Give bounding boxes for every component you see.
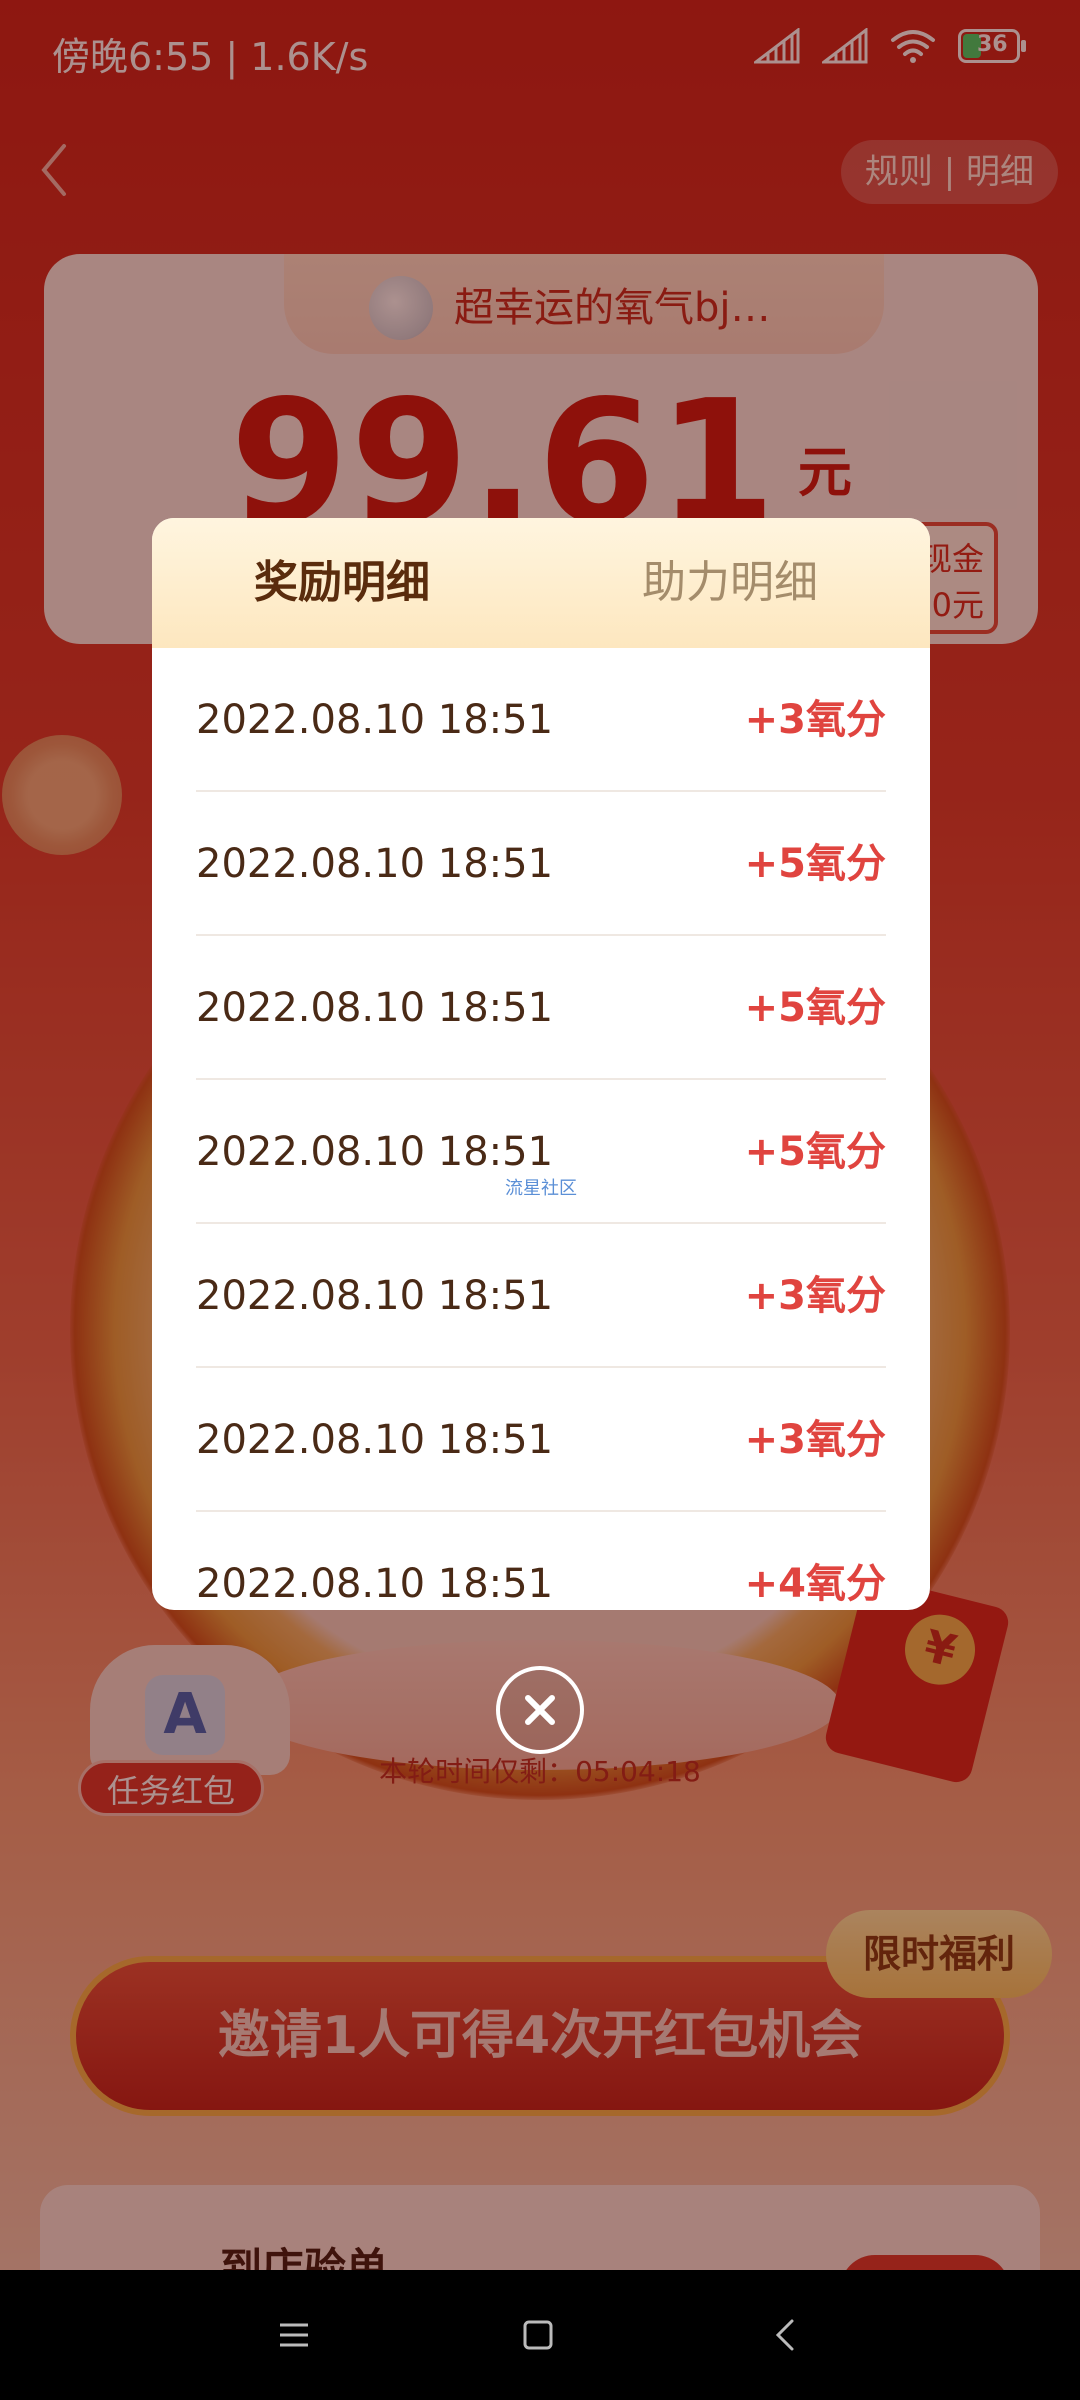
row-points: +3氧分 xyxy=(744,1417,886,1463)
modal-tabs: 奖励明细 助力明细 xyxy=(152,518,930,648)
row-points: +3氧分 xyxy=(744,697,886,743)
menu-icon[interactable] xyxy=(264,2305,324,2365)
close-icon xyxy=(525,1695,555,1725)
row-time: 2022.08.10 18:51 xyxy=(196,1129,554,1175)
tab-reward-detail[interactable]: 奖励明细 xyxy=(254,518,430,648)
list-item: 2022.08.10 18:51 +5氧分 xyxy=(196,792,886,936)
row-points: +5氧分 xyxy=(744,841,886,887)
row-points: +4氧分 xyxy=(744,1561,886,1607)
row-points: +5氧分 xyxy=(744,985,886,1031)
row-time: 2022.08.10 18:51 xyxy=(196,985,554,1031)
list-item: 2022.08.10 18:51 +5氧分 xyxy=(196,1080,886,1224)
reward-list[interactable]: 2022.08.10 18:51 +3氧分 2022.08.10 18:51 +… xyxy=(152,648,930,1610)
row-points: +5氧分 xyxy=(744,1129,886,1175)
row-time: 2022.08.10 18:51 xyxy=(196,1417,554,1463)
system-nav-bar xyxy=(0,2270,1080,2400)
back-icon[interactable] xyxy=(756,2305,816,2365)
list-item: 2022.08.10 18:51 +5氧分 xyxy=(196,936,886,1080)
list-item: 2022.08.10 18:51 +3氧分 xyxy=(196,648,886,792)
home-icon[interactable] xyxy=(508,2305,568,2365)
row-time: 2022.08.10 18:51 xyxy=(196,1561,554,1607)
close-modal-button[interactable] xyxy=(496,1666,584,1754)
row-time: 2022.08.10 18:51 xyxy=(196,841,554,887)
list-item: 2022.08.10 18:51 +4氧分 xyxy=(196,1512,886,1610)
watermark: 流星社区 xyxy=(505,1178,577,1199)
row-points: +3氧分 xyxy=(744,1273,886,1319)
reward-detail-modal: 奖励明细 助力明细 2022.08.10 18:51 +3氧分 2022.08.… xyxy=(152,518,930,1610)
list-item: 2022.08.10 18:51 +3氧分 xyxy=(196,1224,886,1368)
row-time: 2022.08.10 18:51 xyxy=(196,1273,554,1319)
list-item: 2022.08.10 18:51 +3氧分 xyxy=(196,1368,886,1512)
tab-assist-detail[interactable]: 助力明细 xyxy=(642,518,818,648)
row-time: 2022.08.10 18:51 xyxy=(196,697,554,743)
